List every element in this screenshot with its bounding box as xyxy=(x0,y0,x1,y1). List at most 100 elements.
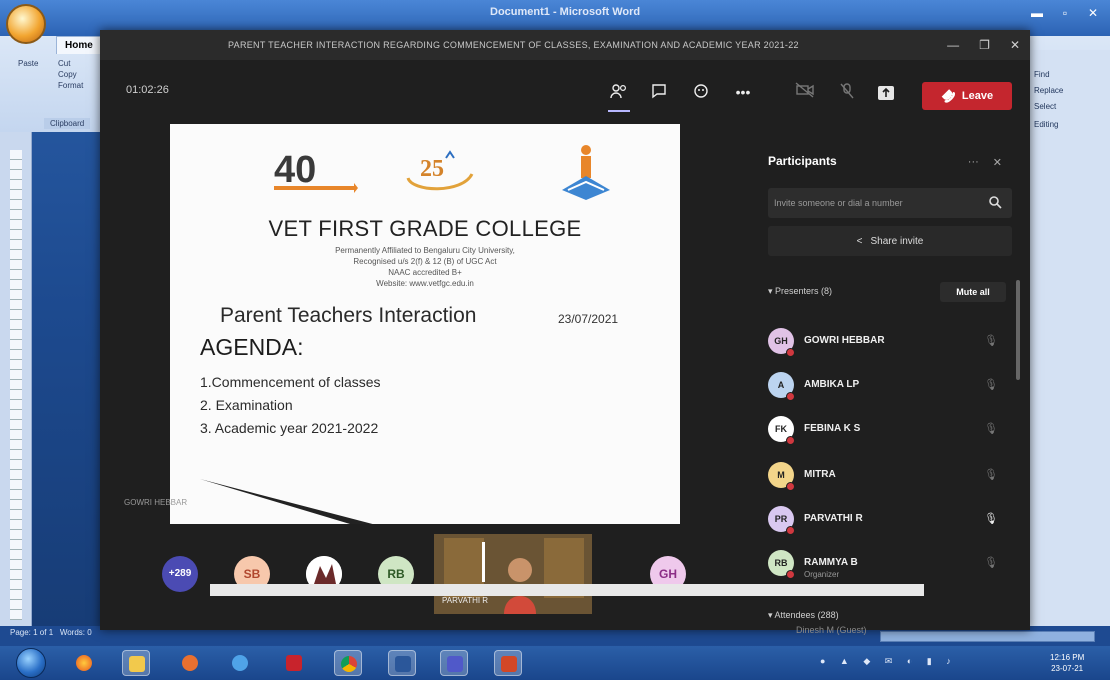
participant-name: RAMMYA B xyxy=(804,557,858,568)
cut-button[interactable]: Cut xyxy=(58,58,83,69)
paste-group[interactable]: Paste xyxy=(18,58,38,69)
minimize-icon[interactable]: — xyxy=(947,38,959,52)
leave-button[interactable]: ☎ Leave xyxy=(922,82,1012,110)
vertical-ruler xyxy=(10,150,22,620)
participant-row[interactable]: FK FEBINA K S 🎙 xyxy=(768,410,1008,450)
system-clock[interactable]: 12:16 PM 23-07-21 xyxy=(1050,652,1084,674)
meeting-window: PARENT TEACHER INTERACTION REGARDING COM… xyxy=(100,30,1030,635)
share-screen-icon[interactable] xyxy=(878,86,894,100)
mic-off-icon[interactable]: 🎙 xyxy=(984,468,998,482)
find-button[interactable]: Find xyxy=(1034,70,1050,79)
teams-icon[interactable] xyxy=(440,650,468,676)
share-invite-button[interactable]: < Share invite xyxy=(768,226,1012,256)
chrome-icon[interactable] xyxy=(334,650,362,676)
share-icon: < xyxy=(856,235,863,247)
mute-all-button[interactable]: Mute all xyxy=(940,282,1006,302)
presenters-header[interactable]: ▾ Presenters (8) xyxy=(768,286,832,297)
participant-role: Organizer xyxy=(804,570,840,579)
panel-scrollbar[interactable] xyxy=(1016,280,1020,380)
mic-off-icon[interactable]: 🎙 xyxy=(984,334,998,348)
system-tray-icons[interactable]: ● ▲ ◆ ✉ ◐ ▮ ♪ xyxy=(820,656,957,667)
presenter-label: GOWRI HEBBAR xyxy=(124,498,188,507)
select-button[interactable]: Select xyxy=(1034,102,1056,111)
invite-input[interactable] xyxy=(774,194,974,212)
leave-label: Leave xyxy=(961,90,994,102)
meeting-timer: 01:02:26 xyxy=(126,84,169,96)
slide-decorative-stroke xyxy=(200,479,373,524)
anniversary-25-logo: 25 xyxy=(406,150,474,191)
status-badge xyxy=(786,570,795,579)
powerpoint-icon[interactable] xyxy=(494,650,522,676)
mic-off-icon[interactable]: 🎙 xyxy=(984,378,998,392)
maximize-icon[interactable]: ▫ xyxy=(1054,4,1076,22)
status-badge xyxy=(786,348,795,357)
close-icon[interactable]: ✕ xyxy=(993,156,1002,169)
zoom-slider[interactable] xyxy=(880,631,1095,642)
participant-name: GOWRI HEBBAR xyxy=(804,335,885,346)
camera-off-icon[interactable] xyxy=(794,82,816,102)
more-options-icon[interactable]: ••• xyxy=(732,82,754,102)
overflow-count[interactable]: +289 xyxy=(162,556,198,592)
agenda-title: AGENDA: xyxy=(200,334,304,360)
participant-name: PARVATHI R xyxy=(804,513,863,524)
participants-icon[interactable] xyxy=(608,82,630,102)
mic-off-icon[interactable]: 🎙 xyxy=(984,556,998,570)
office-button[interactable] xyxy=(6,4,46,44)
next-attendee: Dinesh M (Guest) xyxy=(796,625,867,635)
mic-off-icon[interactable]: 🎙 xyxy=(984,422,998,436)
participant-row[interactable]: A AMBIKA LP 🎙 xyxy=(768,366,1008,406)
participants-title: Participants xyxy=(768,154,837,168)
video-participant-name: PARVATHI R xyxy=(442,596,489,605)
shared-slide: 40 25 VET FIRST GRADE COLLEGE Permanentl… xyxy=(170,124,680,524)
word-app-icon[interactable] xyxy=(388,650,416,676)
participant-row[interactable]: GH GOWRI HEBBAR 🎙 xyxy=(768,322,1008,362)
participant-name: MITRA xyxy=(804,469,836,480)
chat-icon[interactable] xyxy=(648,82,670,102)
status-badge xyxy=(786,526,795,535)
word-count[interactable]: Words: 0 xyxy=(60,628,92,637)
participant-row[interactable]: RB RAMMYA B Organizer 🎙 xyxy=(768,544,1008,584)
word-right-pane xyxy=(1030,50,1110,630)
search-icon[interactable] xyxy=(988,195,1002,209)
clock-time: 12:16 PM xyxy=(1050,653,1085,662)
participants-active-indicator xyxy=(608,110,630,112)
restore-icon[interactable]: ❐ xyxy=(979,38,990,52)
minimize-icon[interactable]: ▬ xyxy=(1026,4,1048,22)
more-options-icon[interactable]: ··· xyxy=(968,156,979,169)
logo-40-text: 40 xyxy=(274,149,316,191)
page-count[interactable]: Page: 1 of 1 xyxy=(10,628,53,637)
college-recognition: Recognised u/s 2(f) & 12 (B) of UGC Act xyxy=(353,257,497,266)
phone-icon: ☎ xyxy=(938,85,959,107)
format-painter-button[interactable]: Format xyxy=(58,80,83,91)
participant-row[interactable]: M MITRA 🎙 xyxy=(768,456,1008,496)
logo-25-text: 25 xyxy=(420,156,444,182)
participant-row[interactable]: PR PARVATHI R 🎙 xyxy=(768,500,1008,540)
share-invite-label: Share invite xyxy=(870,235,924,247)
college-emblem-logo xyxy=(562,145,610,200)
tab-home[interactable]: Home xyxy=(56,36,102,54)
college-affiliation: Permanently Affiliated to Bengaluru City… xyxy=(335,246,515,255)
status-badge xyxy=(786,436,795,445)
editing-group-label: Editing xyxy=(1034,120,1059,129)
media-player-icon[interactable] xyxy=(176,650,204,676)
meeting-window-controls: — ❐ ✕ xyxy=(947,38,1020,52)
ie-icon[interactable] xyxy=(226,650,254,676)
college-name: VET FIRST GRADE COLLEGE xyxy=(268,216,582,241)
acrobat-icon[interactable] xyxy=(280,650,308,676)
close-icon[interactable]: ✕ xyxy=(1082,4,1104,22)
firefox-icon[interactable] xyxy=(70,650,98,676)
panel-actions: ··· ✕ xyxy=(968,156,1002,169)
agenda-item-1: 1.Commencement of classes xyxy=(200,374,381,390)
participant-name: FEBINA K S xyxy=(804,423,861,434)
start-button[interactable] xyxy=(16,648,46,678)
mic-off-icon[interactable] xyxy=(836,82,858,102)
participant-name: AMBIKA LP xyxy=(804,379,860,390)
explorer-icon[interactable] xyxy=(122,650,150,676)
close-icon[interactable]: ✕ xyxy=(1010,38,1020,52)
mic-icon[interactable]: 🎙 xyxy=(984,512,998,526)
copy-button[interactable]: Copy xyxy=(58,69,83,80)
attendees-header[interactable]: ▾ Attendees (288) xyxy=(768,610,839,621)
replace-button[interactable]: Replace xyxy=(1034,86,1063,95)
clipboard-group-label: Clipboard xyxy=(44,118,91,129)
reactions-icon[interactable] xyxy=(690,82,712,102)
